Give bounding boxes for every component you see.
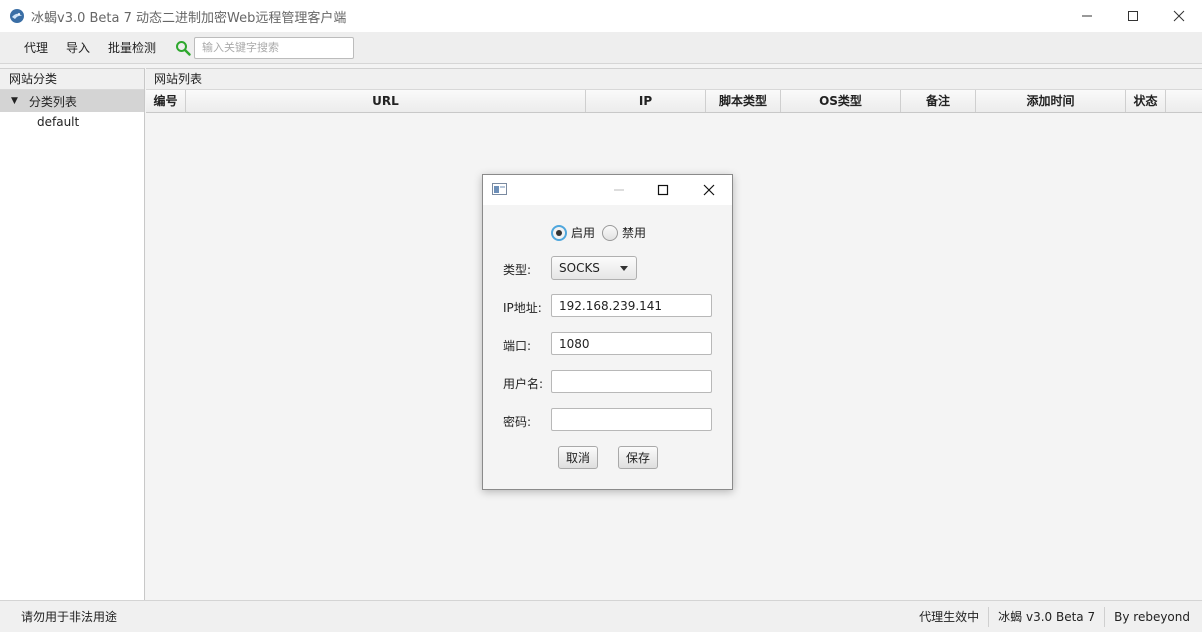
close-icon [1173,10,1185,22]
proxy-enable-group: 启用 禁用 [551,224,653,241]
search-input[interactable] [194,36,355,59]
proxy-type-select[interactable]: SOCKS [551,256,637,280]
title-bar: 冰蝎v3.0 Beta 7 动态二进制加密Web远程管理客户端 [0,0,1202,32]
menu-bar: 代理 导入 批量检测 [0,32,1202,64]
site-list-title: 网站列表 [146,69,1202,90]
column-header-add-time[interactable]: 添加时间 [976,90,1126,112]
tree-root-label: 分类列表 [28,94,77,109]
disable-radio-label[interactable]: 禁用 [622,224,646,241]
author-text: By rebeyond [1104,606,1202,627]
maximize-button[interactable] [1110,0,1156,32]
enable-radio-circle[interactable] [551,224,567,241]
category-panel-title: 网站分类 [0,69,144,90]
cancel-button[interactable]: 取消 [558,446,599,469]
username-field[interactable] [551,370,712,393]
proxy-settings-dialog: 启用 禁用 类型: SOCKS IP地址: 端口: 用户名: 密码: 取消 保存 [482,174,733,490]
menu-batch-check[interactable]: 批量检测 [99,39,165,56]
enable-radio-label[interactable]: 启用 [571,224,595,241]
search-icon[interactable] [175,40,191,56]
minimize-icon [1082,15,1092,17]
enable-radio[interactable]: 启用 [551,224,595,241]
ip-address-field[interactable] [551,294,712,317]
table-header: 编号 URL IP 脚本类型 OS类型 备注 添加时间 状态 [146,90,1202,113]
tree-item-category-list[interactable]: ▼ 分类列表 [0,90,144,112]
minimize-icon [614,189,624,191]
version-text: 冰蝎 v3.0 Beta 7 [988,606,1104,627]
maximize-icon [1128,11,1138,21]
column-header-ip[interactable]: IP [586,90,706,112]
dialog-body: 启用 禁用 类型: SOCKS IP地址: 端口: 用户名: 密码: 取消 保存 [483,205,732,489]
minimize-button[interactable] [1064,0,1110,32]
dialog-title-bar[interactable] [483,175,732,205]
proxy-status-text: 代理生效中 [919,609,980,624]
column-header-script-type[interactable]: 脚本类型 [706,90,781,112]
app-logo-icon [10,9,24,23]
type-label: 类型: [503,263,532,277]
window-title: 冰蝎v3.0 Beta 7 动态二进制加密Web远程管理客户端 [31,10,347,26]
dialog-window-icon [492,183,507,195]
dropdown-arrow-icon [620,266,628,271]
disable-radio[interactable]: 禁用 [602,224,646,241]
dialog-maximize-button[interactable] [643,175,683,205]
menu-proxy[interactable]: 代理 [15,39,57,56]
maximize-icon [657,184,669,196]
column-header-os-type[interactable]: OS类型 [781,90,901,112]
tree-item-default[interactable]: default [0,112,144,133]
close-button[interactable] [1156,0,1202,32]
column-header-url[interactable]: URL [186,90,586,112]
category-panel: 网站分类 ▼ 分类列表 default [0,68,145,600]
proxy-type-value: SOCKS [559,261,600,275]
port-field[interactable] [551,332,712,355]
tree-expand-icon[interactable]: ▼ [11,96,18,106]
close-icon [703,184,715,196]
save-button[interactable]: 保存 [618,446,659,469]
dialog-close-button[interactable] [689,175,729,205]
column-header-id[interactable]: 编号 [146,90,186,112]
dialog-minimize-button[interactable] [599,175,639,205]
password-label: 密码: [503,415,532,429]
username-label: 用户名: [503,377,544,391]
menu-import[interactable]: 导入 [57,39,99,56]
status-bar: 请勿用于非法用途 代理生效中 冰蝎 v3.0 Beta 7 By rebeyon… [0,600,1202,632]
port-label: 端口: [503,339,532,353]
disclaimer-text: 请勿用于非法用途 [21,610,118,624]
ip-label: IP地址: [503,301,542,315]
password-field[interactable] [551,408,712,431]
column-header-status[interactable]: 状态 [1126,90,1166,112]
column-header-remark[interactable]: 备注 [901,90,976,112]
disable-radio-circle[interactable] [602,224,619,241]
